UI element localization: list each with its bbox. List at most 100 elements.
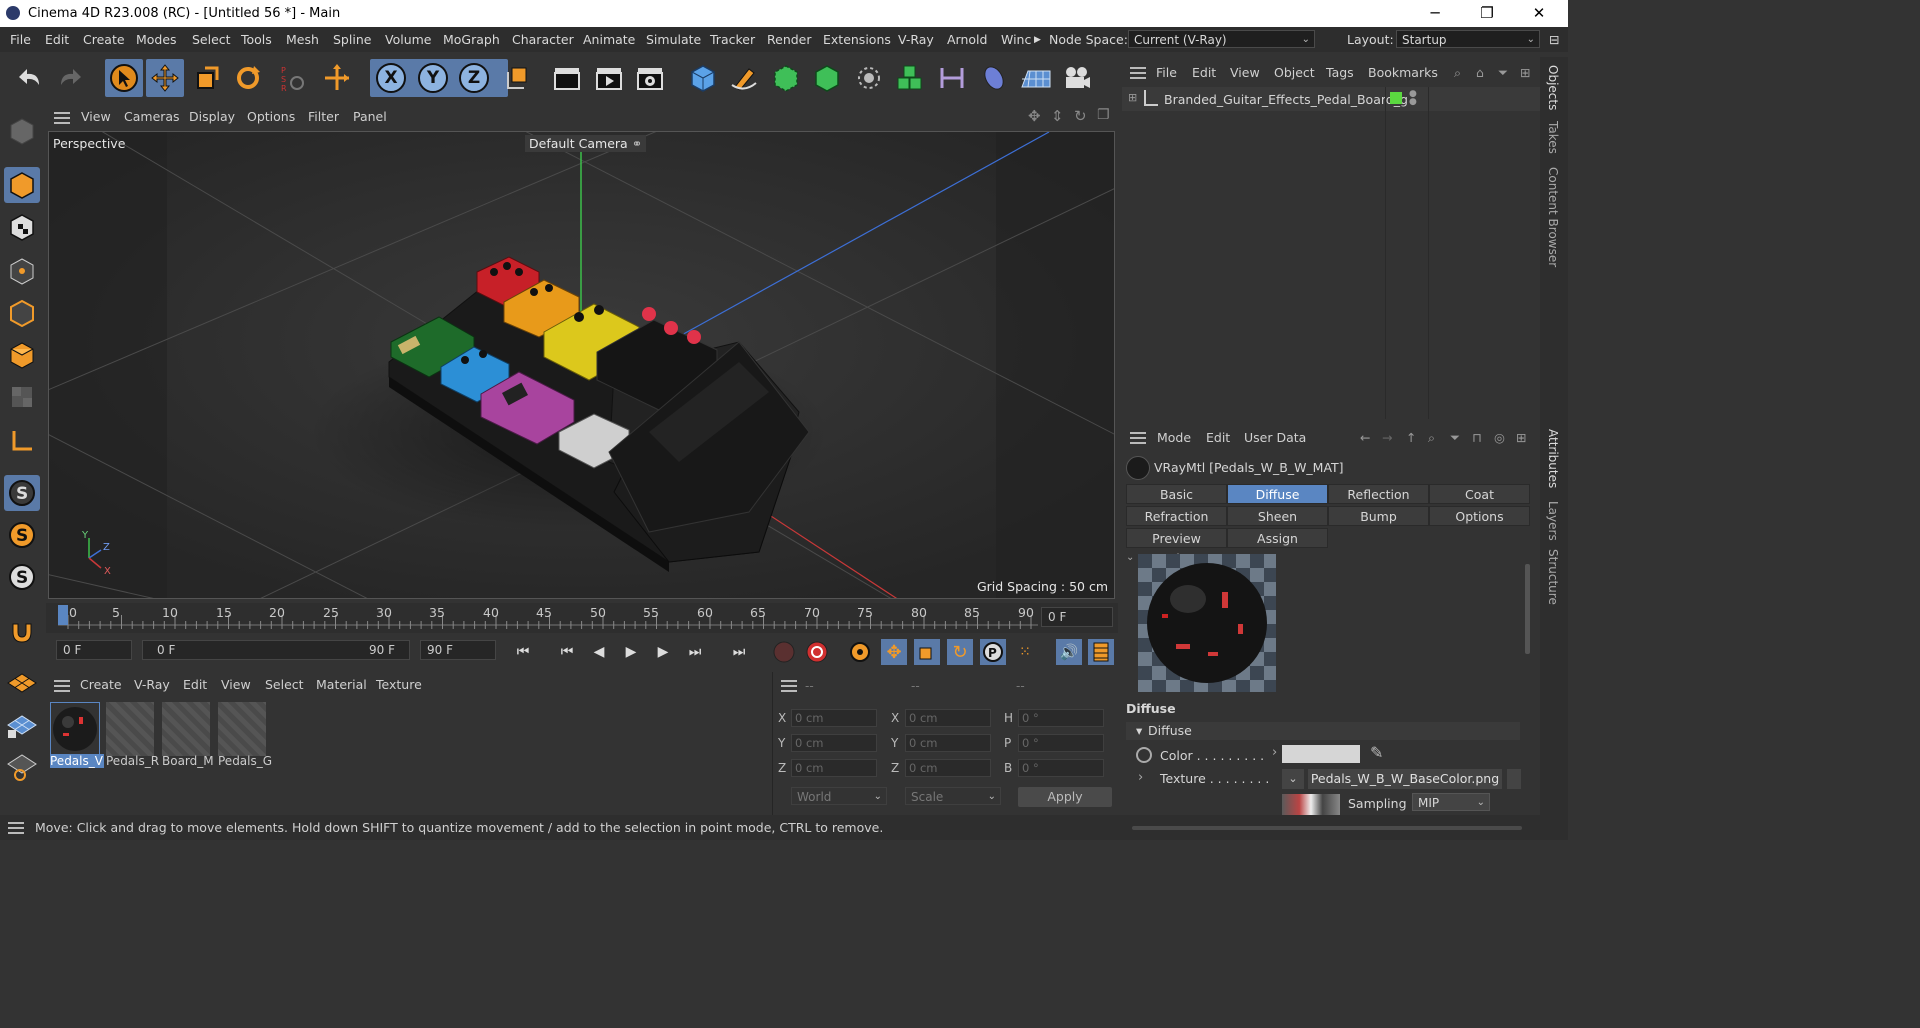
home-icon[interactable]: ⌂ — [1476, 65, 1484, 80]
tab-assign[interactable]: Assign — [1227, 528, 1328, 548]
render-view-button[interactable] — [548, 59, 586, 97]
polygons-mode-button[interactable] — [4, 337, 40, 373]
color-animate-icon[interactable] — [1136, 747, 1152, 763]
node-space-select[interactable]: Current (V-Ray) ⌄ — [1128, 30, 1315, 48]
viewport-menu-options[interactable]: Options — [247, 109, 295, 124]
pan-view-icon[interactable]: ✥ — [1028, 107, 1041, 125]
menu-create[interactable]: Create — [83, 32, 125, 47]
size-x-field[interactable]: 0 cm — [905, 709, 991, 727]
auto-key-button[interactable] — [804, 639, 830, 665]
attr-menu-user-data[interactable]: User Data — [1244, 430, 1306, 445]
material-label-pedals-r[interactable]: Pedals_R — [106, 754, 160, 768]
layout-select[interactable]: Startup ⌄ — [1396, 30, 1540, 48]
tab-diffuse[interactable]: Diffuse — [1227, 484, 1328, 504]
viewport-menu-panel[interactable]: Panel — [353, 109, 387, 124]
texture-more-button[interactable] — [1507, 769, 1521, 789]
menu-vray[interactable]: V-Ray — [898, 32, 934, 47]
next-key-button[interactable]: ⏭ — [682, 639, 708, 665]
camera-button[interactable] — [1058, 59, 1096, 97]
material-menu-select[interactable]: Select — [265, 677, 304, 692]
expand-arrow-icon[interactable]: › — [1272, 745, 1277, 760]
maximize-button[interactable]: ❐ — [1464, 2, 1510, 24]
viewport-menu-filter[interactable]: Filter — [308, 109, 339, 124]
hamburger-icon[interactable] — [1130, 432, 1146, 444]
menu-mesh[interactable]: Mesh — [286, 32, 319, 47]
locked-workplane-button[interactable] — [4, 707, 40, 743]
menu-tools[interactable]: Tools — [241, 32, 272, 47]
planar-workplane-button[interactable] — [4, 749, 40, 785]
side-tab-attributes[interactable]: Attributes — [1546, 429, 1560, 488]
menu-tracker[interactable]: Tracker — [710, 32, 755, 47]
axis-mode-button[interactable] — [4, 423, 40, 459]
back-arrow-icon[interactable]: ← — [1360, 430, 1370, 445]
eyedropper-icon[interactable]: ✎ — [1370, 743, 1383, 762]
field-button[interactable] — [975, 59, 1013, 97]
viewport-menu-display[interactable]: Display — [189, 109, 235, 124]
playhead[interactable] — [58, 605, 68, 625]
array-button[interactable] — [891, 59, 929, 97]
horizontal-scrollbar[interactable] — [1132, 826, 1522, 830]
preview-range-slider[interactable]: 0 F 90 F — [142, 640, 410, 660]
3d-viewport[interactable]: Perspective Default Camera ⚭ Grid Spacin… — [48, 131, 1115, 599]
rotate-view-icon[interactable]: ↻ — [1074, 107, 1087, 125]
cube-button[interactable] — [684, 59, 722, 97]
texture-file-button[interactable]: Pedals_W_B_W_BaseColor.png — [1308, 769, 1502, 789]
side-tab-layers[interactable]: Layers — [1546, 501, 1560, 541]
tab-reflection[interactable]: Reflection — [1328, 484, 1429, 504]
texture-mode-button[interactable] — [4, 209, 40, 245]
rotation-p-field[interactable]: 0 ° — [1018, 734, 1104, 752]
go-to-end-button[interactable]: ⏭ — [726, 639, 752, 665]
tab-bump[interactable]: Bump — [1328, 506, 1429, 526]
hamburger-icon[interactable] — [1130, 67, 1146, 79]
material-label-pedals-v[interactable]: Pedals_V — [50, 754, 104, 768]
object-row[interactable]: ⊞ Branded_Guitar_Effects_Pedal_Board_g ●… — [1122, 87, 1540, 111]
material-menu-material[interactable]: Material — [316, 677, 367, 692]
y-axis-lock-icon[interactable]: Y — [418, 63, 448, 93]
key-scale-button[interactable] — [914, 639, 940, 665]
target-icon[interactable]: ◎ — [1494, 430, 1505, 445]
sampling-select[interactable]: MIP ⌄ — [1412, 793, 1490, 811]
filter-icon[interactable]: ⏷ — [1498, 65, 1508, 81]
rotate-tool-button[interactable] — [229, 59, 267, 97]
key-pla-button[interactable]: ⁙ — [1012, 639, 1038, 665]
world-axis-button[interactable] — [318, 59, 356, 97]
texture-expand-icon[interactable]: › — [1138, 770, 1143, 785]
position-x-field[interactable]: 0 cm — [791, 709, 877, 727]
tab-sheen[interactable]: Sheen — [1227, 506, 1328, 526]
previous-key-button[interactable]: ⏮ — [554, 639, 580, 665]
magnet-button[interactable] — [4, 613, 40, 649]
maximize-view-icon[interactable]: ❐ — [1097, 107, 1110, 123]
new-view-icon[interactable]: ⊞ — [1520, 65, 1530, 80]
snap-settings-button[interactable]: S — [4, 517, 40, 553]
tab-coat[interactable]: Coat — [1429, 484, 1530, 504]
menu-character[interactable]: Character — [512, 32, 574, 47]
menu-simulate[interactable]: Simulate — [646, 32, 701, 47]
side-tab-structure[interactable]: Structure — [1546, 549, 1560, 605]
tab-refraction[interactable]: Refraction — [1126, 506, 1227, 526]
apply-button[interactable]: Apply — [1018, 787, 1112, 807]
make-editable-button[interactable] — [4, 113, 40, 149]
recent-tools-button[interactable]: PSR — [272, 59, 310, 97]
uv-mode-button[interactable] — [4, 379, 40, 415]
render-to-picture-viewer-button[interactable] — [590, 59, 628, 97]
play-button[interactable]: ▶ — [618, 639, 644, 665]
material-label-board-m[interactable]: Board_M — [162, 754, 216, 768]
move-tool-button[interactable] — [146, 59, 184, 97]
next-frame-button[interactable]: ▶ — [650, 639, 676, 665]
material-menu-vray[interactable]: V-Ray — [134, 677, 170, 692]
material-menu-edit[interactable]: Edit — [183, 677, 207, 692]
workplane-button[interactable] — [4, 665, 40, 701]
material-thumb-board-m[interactable] — [162, 702, 210, 756]
menu-file[interactable]: File — [10, 32, 31, 47]
material-label-pedals-g[interactable]: Pedals_G — [218, 754, 272, 768]
texture-menu-button[interactable]: ⌄ — [1282, 769, 1304, 789]
filter-icon[interactable]: ⏷ — [1450, 430, 1460, 446]
hamburger-icon[interactable] — [781, 680, 797, 692]
timeline-ruler[interactable]: 0 5 10 15 20 25 30 35 40 45 50 55 60 65 … — [46, 603, 1118, 633]
restore-layout-icon[interactable]: ⊟ — [1549, 32, 1559, 47]
objects-menu-tags[interactable]: Tags — [1326, 65, 1354, 80]
coordinate-space-select[interactable]: World ⌄ — [791, 787, 887, 805]
key-parameter-button[interactable]: P — [980, 639, 1006, 665]
material-menu-texture[interactable]: Texture — [376, 677, 422, 692]
model-mode-button[interactable] — [4, 167, 40, 203]
